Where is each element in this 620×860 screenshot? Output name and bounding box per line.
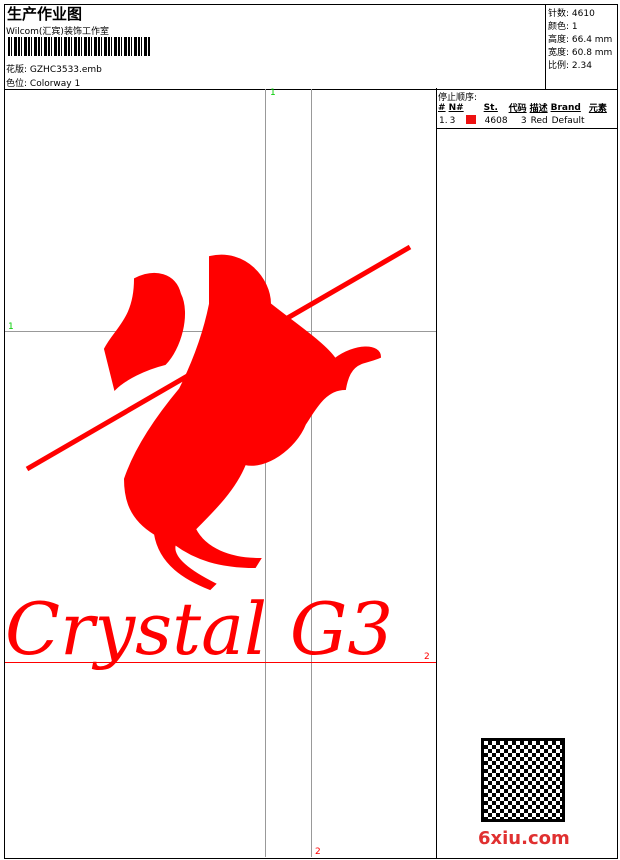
- table-row: 1. 3 4608 3 Red Default: [438, 114, 610, 127]
- col-brand: Brand: [550, 102, 581, 113]
- barcode: [8, 37, 150, 56]
- row-code: 3: [520, 115, 527, 126]
- scale-ratio: 比例: 2.34: [548, 61, 592, 71]
- row-stitches: 4608: [484, 115, 508, 126]
- row-needle: 3: [449, 114, 484, 127]
- colorway-label: 色位:: [6, 79, 28, 89]
- panel-divider: [436, 88, 437, 858]
- col-code: 代码: [508, 104, 527, 114]
- design-label: 花版:: [6, 65, 28, 75]
- embroidery-design: Crystal G3: [5, 244, 412, 671]
- qr-code: [481, 738, 565, 822]
- design-value: GZHC3533.emb: [29, 65, 102, 75]
- page-title: 生产作业图: [7, 5, 83, 23]
- col-element: 元素: [588, 104, 607, 114]
- row-element: [589, 114, 610, 127]
- row-desc: Red: [530, 115, 548, 126]
- knight: [103, 273, 185, 391]
- row-brand: Default: [551, 115, 585, 126]
- col-stitches: St.: [483, 102, 498, 113]
- colorway: 色位: Colorway 1: [6, 76, 80, 89]
- table-divider: [436, 128, 617, 129]
- company-name: Wilcom(汇宾)装饰工作室: [6, 27, 109, 37]
- watermark: 6xiu.com: [478, 828, 570, 849]
- needle-number: 3: [449, 116, 456, 126]
- design-height: 高度: 66.4 mm: [548, 35, 613, 45]
- color-swatch: [466, 115, 477, 124]
- knight-horse: [25, 244, 412, 591]
- color-count: 颜色: 1: [548, 22, 578, 32]
- col-needle: N#: [448, 102, 464, 113]
- design-width: 宽度: 60.8 mm: [548, 48, 613, 58]
- stitch-count: 针数: 4610: [548, 9, 595, 19]
- row-index: 1.: [439, 115, 448, 126]
- stop-sequence-table: # N# St. 代码 描述 Brand 元素 1. 3 4608 3 Red …: [438, 101, 610, 127]
- col-index: #: [438, 102, 446, 113]
- design-lettering: Crystal G3: [5, 587, 393, 671]
- design-file: 花版: GZHC3533.emb: [6, 62, 102, 75]
- colorway-value: Colorway 1: [29, 79, 81, 89]
- col-desc: 描述: [529, 104, 548, 114]
